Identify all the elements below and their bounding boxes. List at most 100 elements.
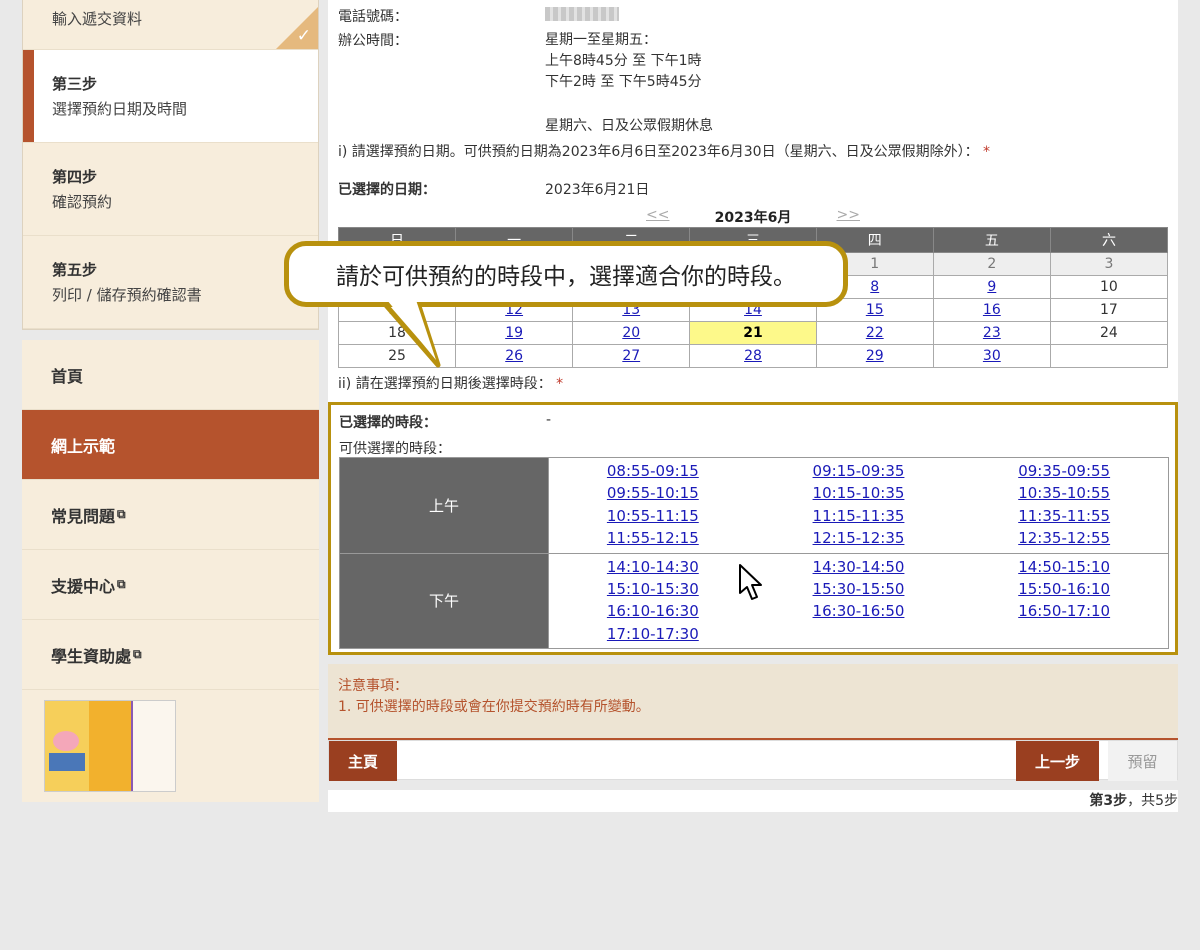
time-slot-link[interactable]: 12:15-12:35 bbox=[756, 527, 962, 549]
books-icon bbox=[49, 753, 85, 771]
step-subtitle: 選擇預約日期及時間 bbox=[52, 100, 188, 118]
step-3: 第三步 選擇預約日期及時間 bbox=[23, 50, 318, 143]
nav-item-sfo[interactable]: 學生資助處 ⧉ bbox=[22, 620, 319, 690]
time-slot-link[interactable]: 15:50-16:10 bbox=[961, 578, 1167, 600]
calendar-day-link[interactable]: 26 bbox=[505, 348, 523, 364]
time-slot-link[interactable]: 10:15-10:35 bbox=[756, 482, 962, 504]
calendar-day-link[interactable]: 30 bbox=[983, 348, 1001, 364]
time-slot-link[interactable]: 11:15-11:35 bbox=[756, 505, 962, 527]
calendar-day-link[interactable]: 20 bbox=[622, 325, 640, 341]
leaflet-panel bbox=[89, 701, 131, 791]
prev-month-link[interactable]: << bbox=[646, 207, 669, 227]
calendar-day[interactable]: 26 bbox=[455, 344, 574, 368]
time-slot-link[interactable]: 09:35-09:55 bbox=[961, 460, 1167, 482]
time-slot-link[interactable]: 16:50-17:10 bbox=[961, 600, 1167, 622]
time-instruction-text: ii) 請在選擇預約日期後選擇時段： bbox=[338, 376, 552, 392]
previous-step-button[interactable]: 上一步 bbox=[1016, 741, 1099, 781]
weekday-header: 六 bbox=[1049, 227, 1169, 253]
notes-box: 注意事項： 1. 可供選擇的時段或會在你提交預約時有所變動。 bbox=[328, 664, 1178, 741]
calendar-day[interactable]: 23 bbox=[932, 321, 1051, 345]
calendar-day: 18 bbox=[337, 321, 457, 345]
time-slot-link[interactable]: 08:55-09:15 bbox=[550, 460, 756, 482]
time-slot-link[interactable]: 17:10-17:30 bbox=[550, 623, 756, 645]
am-row: 上午 08:55-09:15 09:15-09:35 09:35-09:55 09:5… bbox=[339, 457, 1169, 554]
promo-leaflet-image[interactable] bbox=[44, 700, 176, 792]
time-slot-link[interactable]: 11:35-11:55 bbox=[961, 505, 1167, 527]
step-subtitle: 列印 / 儲存預約確認書 bbox=[52, 286, 202, 304]
step-total: ，共5步 bbox=[1127, 793, 1178, 809]
nav-label: 學生資助處 bbox=[51, 646, 132, 666]
external-link-icon: ⧉ bbox=[117, 507, 126, 521]
reserve-button[interactable]: 預留 bbox=[1108, 741, 1177, 781]
calendar-day-link[interactable]: 15 bbox=[866, 302, 884, 318]
time-slot-link[interactable]: 14:30-14:50 bbox=[756, 556, 962, 578]
time-slot-link[interactable]: 12:35-12:55 bbox=[961, 527, 1167, 549]
calendar-day-link[interactable]: 23 bbox=[983, 325, 1001, 341]
time-slot-link[interactable]: 15:30-15:50 bbox=[756, 578, 962, 600]
external-link-icon: ⧉ bbox=[133, 647, 142, 661]
home-button[interactable]: 主頁 bbox=[329, 741, 397, 781]
time-slot-link[interactable]: 14:10-14:30 bbox=[550, 556, 756, 578]
nav-item-support[interactable]: 支援中心 ⧉ bbox=[22, 550, 319, 620]
selected-date-value: 2023年6月21日 bbox=[545, 182, 650, 198]
time-slot-link[interactable]: 09:55-10:15 bbox=[550, 482, 756, 504]
calendar-day[interactable]: 29 bbox=[815, 344, 934, 368]
calendar-week-row: 25 26 27 28 29 30 bbox=[337, 344, 1169, 368]
time-slot-link[interactable]: 16:30-16:50 bbox=[756, 600, 962, 622]
calendar-day: 3 bbox=[1049, 252, 1169, 276]
piggy-bank-icon bbox=[53, 731, 79, 751]
calendar-day[interactable]: 22 bbox=[815, 321, 934, 345]
calendar-day[interactable]: 16 bbox=[932, 298, 1051, 322]
calendar-day[interactable]: 28 bbox=[689, 344, 817, 368]
date-instruction-text: i) 請選擇預約日期。可供預約日期為2023年6月6日至2023年6月30日（星… bbox=[338, 144, 979, 160]
time-slot-link[interactable]: 09:15-09:35 bbox=[756, 460, 962, 482]
external-link-icon: ⧉ bbox=[117, 577, 126, 591]
date-panel: 電話號碼： 辦公時間： 星期一至星期五： 上午8時45分 至 下午1時 下午2時… bbox=[328, 0, 1178, 402]
calendar-day: 24 bbox=[1049, 321, 1169, 345]
leaflet-panel bbox=[131, 701, 175, 791]
required-marker: * bbox=[556, 376, 564, 392]
calendar-day-link[interactable]: 29 bbox=[866, 348, 884, 364]
step-title: 第五步 bbox=[52, 261, 98, 279]
phone-label: 電話號碼： bbox=[338, 9, 408, 25]
calendar-month-title: 2023年6月 bbox=[714, 210, 792, 226]
calendar-day-link[interactable]: 28 bbox=[744, 348, 762, 364]
calendar-nav: << 2023年6月 >> bbox=[646, 207, 860, 227]
nav-item-online-demo[interactable]: 網上示範 bbox=[22, 410, 319, 480]
selected-date-label: 已選擇的日期： bbox=[338, 182, 436, 198]
calendar-week-row: 18 19 20 21 22 23 24 bbox=[337, 321, 1169, 345]
nav-label: 常見問題 bbox=[51, 506, 116, 526]
time-slot-link[interactable]: 14:50-15:10 bbox=[961, 556, 1167, 578]
calendar-day-link[interactable]: 9 bbox=[987, 279, 996, 295]
calendar-day[interactable]: 9 bbox=[932, 275, 1051, 299]
calendar-day-link[interactable]: 8 bbox=[870, 279, 879, 295]
calendar-day-link[interactable]: 27 bbox=[622, 348, 640, 364]
hours-pm: 下午2時 至 下午5時45分 bbox=[545, 74, 702, 90]
time-slot-link[interactable]: 10:35-10:55 bbox=[961, 482, 1167, 504]
calendar-day-link[interactable]: 16 bbox=[983, 302, 1001, 318]
am-period-label: 上午 bbox=[339, 457, 549, 554]
calendar-day-selected[interactable]: 21 bbox=[689, 321, 817, 345]
calendar-day[interactable]: 30 bbox=[932, 344, 1051, 368]
nav-item-home[interactable]: 首頁 bbox=[22, 340, 319, 410]
time-slot-link[interactable]: 15:10-15:30 bbox=[550, 578, 756, 600]
calendar-day-link[interactable]: 19 bbox=[505, 325, 523, 341]
time-slot-link[interactable]: 10:55-11:15 bbox=[550, 505, 756, 527]
step-subtitle: 確認預約 bbox=[52, 193, 113, 211]
pm-period-label: 下午 bbox=[339, 552, 549, 650]
time-slot-link[interactable]: 11:55-12:15 bbox=[550, 527, 756, 549]
calendar-day[interactable]: 20 bbox=[572, 321, 691, 345]
step-4: 第四步 確認預約 bbox=[23, 143, 318, 236]
nav-item-faq[interactable]: 常見問題 ⧉ bbox=[22, 480, 319, 550]
calendar-day-link[interactable]: 22 bbox=[866, 325, 884, 341]
next-month-link[interactable]: >> bbox=[837, 207, 860, 227]
time-slot-link[interactable]: 16:10-16:30 bbox=[550, 600, 756, 622]
calendar-day[interactable]: 19 bbox=[455, 321, 574, 345]
pm-slot-grid: 14:10-14:30 14:30-14:50 14:50-15:10 15:10-1… bbox=[550, 555, 1167, 648]
nav-label: 網上示範 bbox=[51, 436, 116, 456]
calendar-day: 10 bbox=[1049, 275, 1169, 299]
step-title: 第三步 bbox=[52, 75, 98, 93]
checkmark-icon: ✓ bbox=[296, 26, 311, 46]
calendar-day[interactable]: 27 bbox=[572, 344, 691, 368]
required-marker: * bbox=[983, 144, 991, 160]
